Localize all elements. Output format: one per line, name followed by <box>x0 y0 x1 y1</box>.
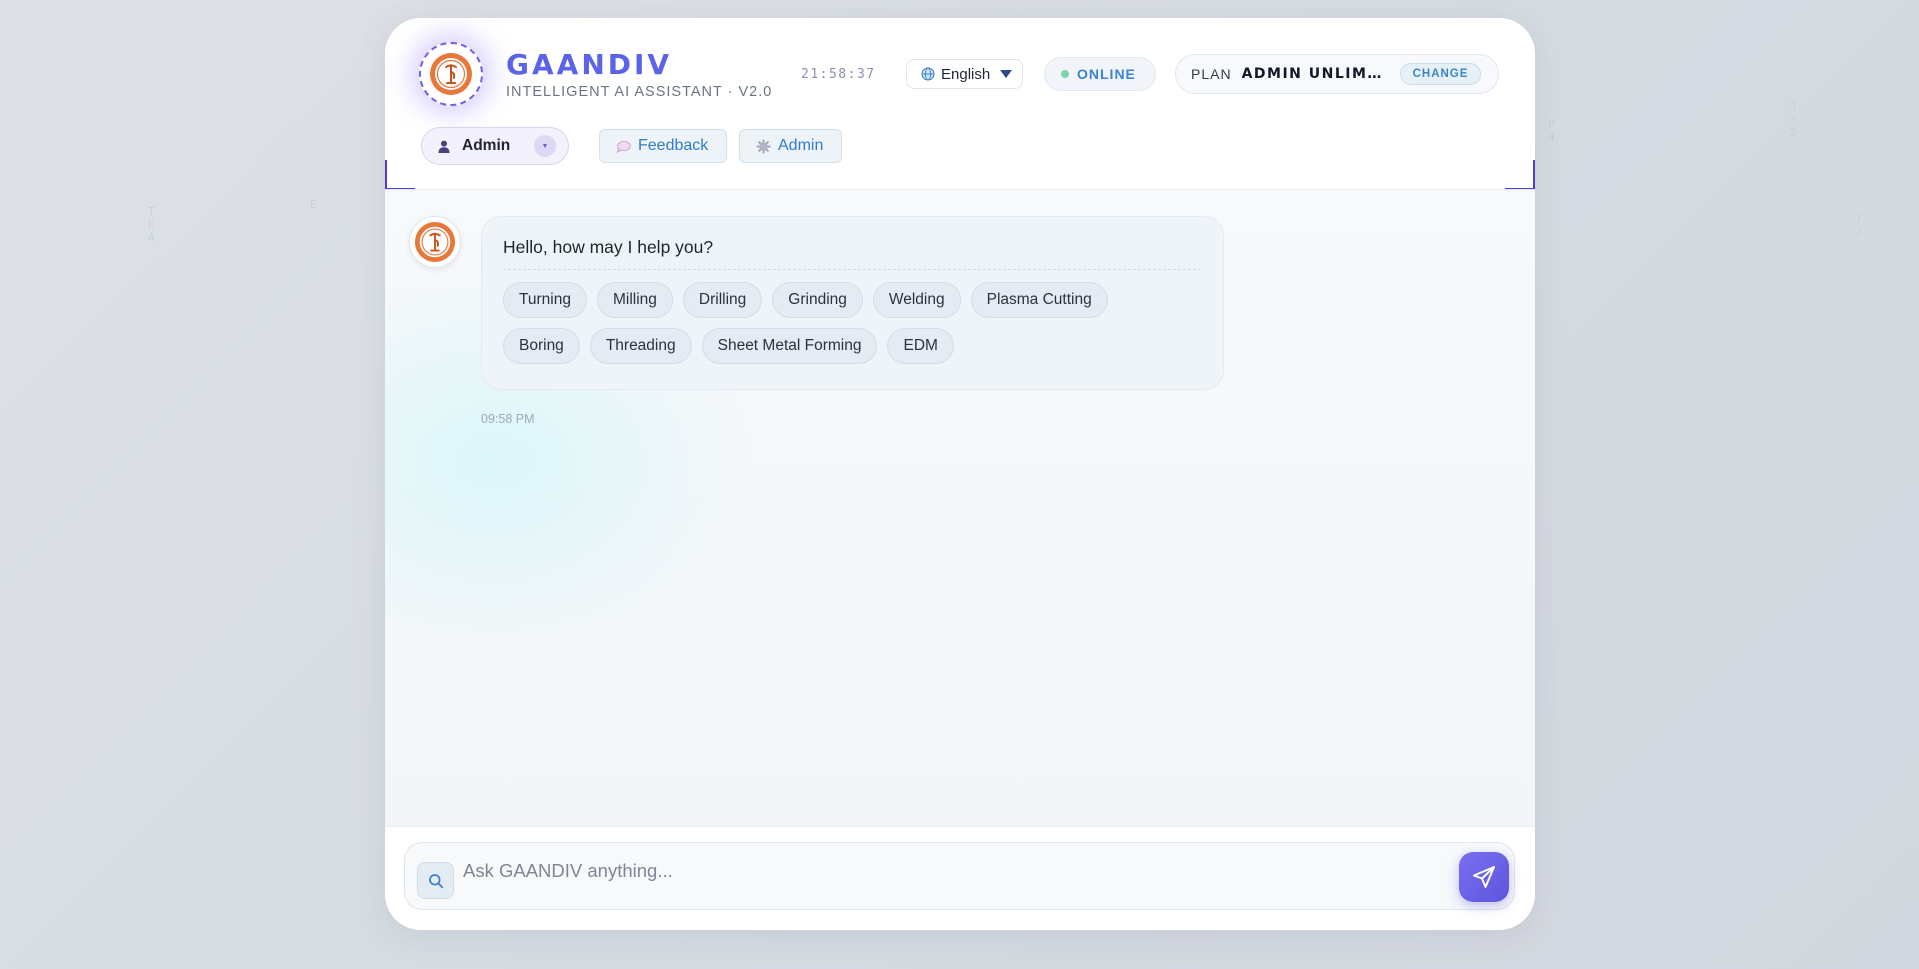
suggestion-row: Turning Milling Drilling Grinding Weldin… <box>503 282 1201 318</box>
divider <box>503 269 1201 270</box>
suggestion-chip-drilling[interactable]: Drilling <box>682 282 763 318</box>
brand-subtitle: INTELLIGENT AI ASSISTANT · V2.0 <box>506 84 773 100</box>
feedback-button[interactable]: Feedback <box>599 129 727 163</box>
suggestion-chip-threading[interactable]: Threading <box>589 328 692 364</box>
search-button[interactable] <box>417 862 454 899</box>
gear-icon <box>756 138 771 154</box>
suggestion-chip-turning[interactable]: Turning <box>503 282 587 318</box>
suggestion-chip-boring[interactable]: Boring <box>503 328 580 364</box>
message-text: Hello, how may I help you? <box>503 237 714 257</box>
app-window: GAANDIV INTELLIGENT AI ASSISTANT · V2.0 … <box>385 18 1535 930</box>
background-glyph: E <box>310 198 317 211</box>
chevron-down-icon <box>1000 70 1012 78</box>
background-glyph: P4 <box>1548 118 1555 144</box>
brand-logo <box>419 42 483 106</box>
background-glyph: 7J <box>1855 212 1862 238</box>
chat-input[interactable] <box>463 855 1423 887</box>
admin-button[interactable]: Admin <box>739 129 842 163</box>
clock: 21:58:37 <box>801 67 876 82</box>
message-timestamp: 09:58 PM <box>481 412 535 426</box>
user-icon <box>438 140 450 153</box>
corner-accent <box>1505 160 1535 190</box>
plan-value: ADMIN UNLIMITED <box>1241 66 1384 82</box>
bot-avatar <box>409 216 461 268</box>
status-badge: ONLINE <box>1044 57 1156 91</box>
search-icon <box>428 873 443 888</box>
suggestion-row: Boring Threading Sheet Metal Forming EDM <box>503 328 1201 364</box>
language-select-value: English <box>941 65 991 83</box>
feedback-label: Feedback <box>638 137 709 154</box>
composer <box>385 826 1535 930</box>
language-select[interactable]: English <box>906 59 1023 89</box>
suggestion-chip-milling[interactable]: Milling <box>596 282 673 318</box>
chat-input-box <box>404 842 1515 910</box>
background-glyph: TEA <box>148 205 155 244</box>
speech-bubble-icon <box>616 140 631 153</box>
admin-label: Admin <box>778 137 824 154</box>
suggestion-chip-sheet-metal-forming[interactable]: Sheet Metal Forming <box>701 328 878 364</box>
bot-message-bubble: Hello, how may I help you? Turning Milli… <box>481 216 1224 390</box>
send-button[interactable] <box>1459 852 1509 902</box>
chat-area[interactable]: Hello, how may I help you? Turning Milli… <box>385 190 1535 826</box>
user-menu[interactable]: Admin ▼ <box>421 127 569 165</box>
plan-indicator: PLAN ADMIN UNLIMITED CHANGE <box>1175 54 1499 94</box>
corner-accent <box>385 160 415 190</box>
send-icon <box>1473 866 1495 888</box>
suggestion-chip-edm[interactable]: EDM <box>887 328 954 364</box>
change-plan-button[interactable]: CHANGE <box>1399 63 1482 85</box>
user-name: Admin <box>462 137 511 154</box>
brand-title: GAANDIV <box>506 48 673 81</box>
background-glyph: 3*2 <box>1790 100 1797 139</box>
chevron-down-icon: ▼ <box>534 135 556 157</box>
globe-icon <box>921 67 935 81</box>
header: GAANDIV INTELLIGENT AI ASSISTANT · V2.0 … <box>385 18 1535 190</box>
suggestion-chip-welding[interactable]: Welding <box>872 282 961 318</box>
suggestion-chip-plasma-cutting[interactable]: Plasma Cutting <box>970 282 1108 318</box>
emblem-icon <box>414 221 456 263</box>
status-dot-icon <box>1061 70 1069 78</box>
suggestion-chip-grinding[interactable]: Grinding <box>772 282 863 318</box>
emblem-icon <box>430 53 472 95</box>
status-label: ONLINE <box>1077 66 1136 82</box>
plan-label: PLAN <box>1191 66 1232 82</box>
